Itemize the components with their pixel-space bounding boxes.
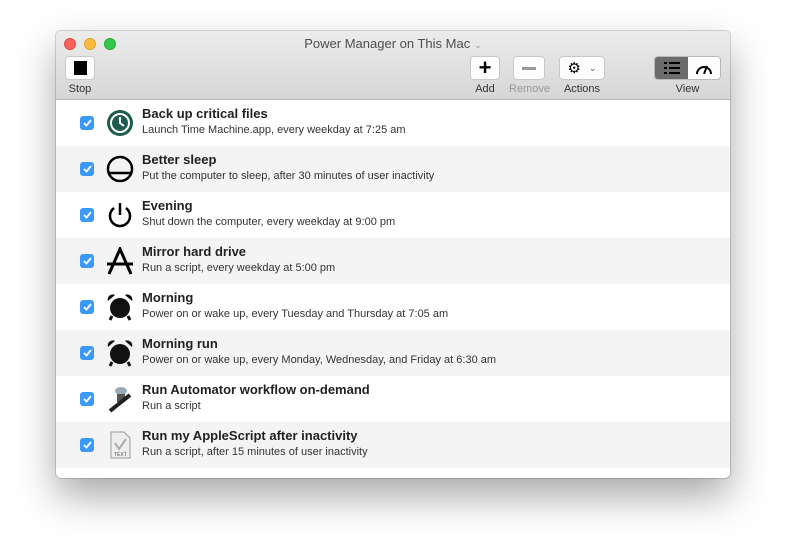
event-name: Run Automator workflow on-demand xyxy=(142,382,370,397)
enabled-checkbox[interactable] xyxy=(80,116,94,130)
event-name: Mirror hard drive xyxy=(142,244,247,259)
enabled-checkbox[interactable] xyxy=(80,438,94,452)
toolbar: Power Manager on This Mac ⌄ Stop + Add Re… xyxy=(56,31,730,100)
event-description: Run a script, every weekday at 5:00 pm xyxy=(142,262,336,274)
event-description: Run a script xyxy=(142,400,201,412)
remove-button[interactable]: Remove xyxy=(509,56,550,95)
dashboard-view-button[interactable] xyxy=(688,57,720,79)
list-item[interactable]: Evening Shut down the computer, every we… xyxy=(56,192,730,238)
event-description: Launch Time Machine.app, every weekday a… xyxy=(142,124,406,136)
list-view-button[interactable] xyxy=(655,57,688,79)
minus-icon xyxy=(522,66,537,70)
text-document-icon: TEXT xyxy=(106,431,134,459)
chevron-down-icon: ⌄ xyxy=(474,40,482,50)
stop-button[interactable]: Stop xyxy=(65,56,95,95)
list-item[interactable]: Run Automator workflow on-demand Run a s… xyxy=(56,376,730,422)
list-item[interactable]: Morning Power on or wake up, every Tuesd… xyxy=(56,284,730,330)
event-description: Run a script, after 15 minutes of user i… xyxy=(142,446,368,458)
time-machine-icon xyxy=(106,109,134,137)
list-icon xyxy=(663,62,680,74)
alarm-clock-icon xyxy=(106,293,134,321)
automator-icon xyxy=(106,385,134,413)
script-icon xyxy=(106,245,134,275)
view-control: View xyxy=(654,56,721,95)
svg-text:TEXT: TEXT xyxy=(114,452,127,458)
event-description: Shut down the computer, every weekday at… xyxy=(142,216,396,228)
enabled-checkbox[interactable] xyxy=(80,392,94,406)
chevron-down-icon: ⌄ xyxy=(588,62,597,73)
event-name: Run my AppleScript after inactivity xyxy=(142,428,358,443)
list-item[interactable]: Back up critical files Launch Time Machi… xyxy=(56,100,730,146)
enabled-checkbox[interactable] xyxy=(80,254,94,268)
enabled-checkbox[interactable] xyxy=(80,208,94,222)
event-name: Back up critical files xyxy=(142,106,268,121)
event-description: Power on or wake up, every Monday, Wedne… xyxy=(142,354,497,366)
power-icon xyxy=(106,201,134,229)
enabled-checkbox[interactable] xyxy=(80,162,94,176)
list-item[interactable]: Morning run Power on or wake up, every M… xyxy=(56,330,730,376)
alarm-clock-icon xyxy=(106,339,134,367)
event-description: Put the computer to sleep, after 30 minu… xyxy=(142,170,435,182)
event-list: Back up critical files Launch Time Machi… xyxy=(56,100,730,468)
event-name: Evening xyxy=(142,198,193,213)
stop-icon xyxy=(73,61,87,75)
app-window: Power Manager on This Mac ⌄ Stop + Add Re… xyxy=(56,31,730,478)
event-name: Better sleep xyxy=(142,152,217,167)
event-description: Power on or wake up, every Tuesday and T… xyxy=(142,308,449,320)
gear-icon: ⚙ xyxy=(567,60,581,77)
event-name: Morning run xyxy=(142,336,218,351)
enabled-checkbox[interactable] xyxy=(80,300,94,314)
list-item[interactable]: Better sleep Put the computer to sleep, … xyxy=(56,146,730,192)
gauge-icon xyxy=(696,65,712,74)
list-item[interactable]: Mirror hard drive Run a script, every we… xyxy=(56,238,730,284)
window-title[interactable]: Power Manager on This Mac ⌄ xyxy=(56,36,730,51)
actions-button[interactable]: ⚙ ⌄ Actions xyxy=(559,56,605,95)
enabled-checkbox[interactable] xyxy=(80,346,94,360)
list-item[interactable]: TEXT Run my AppleScript after inactivity… xyxy=(56,422,730,468)
event-name: Morning xyxy=(142,290,194,305)
sleep-icon xyxy=(106,155,134,183)
plus-icon: + xyxy=(478,55,492,80)
add-button[interactable]: + Add xyxy=(470,56,500,95)
